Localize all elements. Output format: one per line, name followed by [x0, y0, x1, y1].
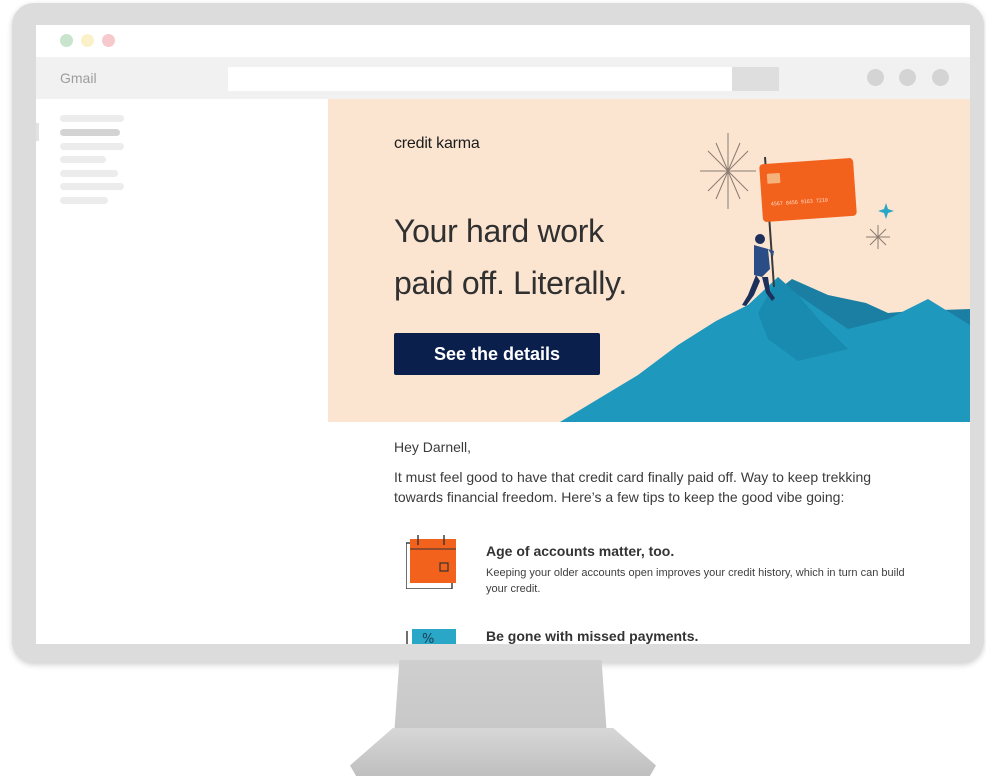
sidebar-item[interactable] [60, 156, 106, 163]
email-content: 4567 8456 9163 7210 credit karma Your ha… [328, 99, 970, 644]
toolbar-action-1-icon[interactable] [867, 69, 884, 86]
monitor-stand-base [350, 728, 656, 776]
app-name: Gmail [60, 70, 97, 86]
small-sparkle-icon [866, 225, 890, 249]
search-button[interactable] [732, 67, 779, 91]
tip-title: Be gone with missed payments. [486, 628, 699, 644]
monitor-frame: Gmail 4567 8456 9163 7210 credit karma Y… [12, 3, 984, 663]
blue-star-icon [878, 203, 894, 219]
window-maximize-button[interactable] [60, 34, 73, 47]
sidebar-item[interactable] [60, 183, 124, 190]
sidebar-item-active[interactable] [60, 129, 120, 136]
sidebar-item[interactable] [60, 197, 108, 204]
search-input[interactable] [228, 67, 732, 91]
window-minimize-button[interactable] [81, 34, 94, 47]
account-avatar[interactable] [932, 69, 949, 86]
headline-line-2: paid off. Literally. [394, 265, 627, 301]
window-close-button[interactable] [102, 34, 115, 47]
brand-logo: credit karma [394, 135, 480, 152]
sparkle-icon [700, 133, 756, 209]
credit-card-flag: 4567 8456 9163 7210 [759, 158, 857, 222]
hero-banner: 4567 8456 9163 7210 credit karma Your ha… [328, 99, 970, 422]
tip-description: Keeping your older accounts open improve… [486, 567, 905, 595]
intro-paragraph: It must feel good to have that credit ca… [394, 469, 872, 505]
percent-tag-icon: % [406, 629, 456, 644]
toolbar-action-2-icon[interactable] [899, 69, 916, 86]
see-details-button[interactable]: See the details [394, 333, 600, 375]
sidebar-item[interactable] [60, 143, 124, 150]
svg-text:%: % [422, 632, 434, 644]
browser-titlebar [36, 25, 970, 58]
tip-title: Age of accounts matter, too. [486, 543, 675, 559]
headline-line-1: Your hard work [394, 213, 604, 249]
sidebar-item[interactable] [60, 115, 124, 122]
greeting: Hey Darnell, [394, 439, 472, 455]
sidebar-item[interactable] [60, 170, 118, 177]
sidebar-active-marker [36, 123, 39, 141]
calendar-icon [406, 535, 456, 589]
sidebar [36, 99, 328, 644]
gmail-toolbar: Gmail [36, 57, 970, 99]
screen: Gmail 4567 8456 9163 7210 credit karma Y… [36, 25, 970, 644]
headline: Your hard work paid off. Literally. [394, 205, 627, 309]
